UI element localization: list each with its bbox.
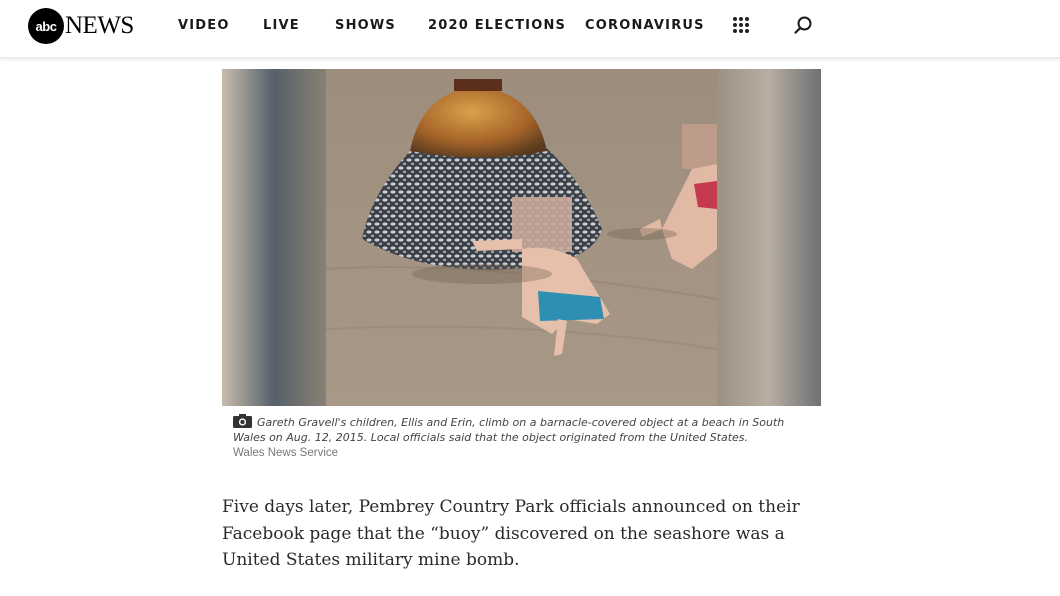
camera-icon xyxy=(233,414,252,428)
caption-text-block: Gareth Gravell's children, Ellis and Eri… xyxy=(233,414,813,445)
article-paragraph: Five days later, Pembrey Country Park of… xyxy=(222,497,800,570)
nav-live[interactable]: LIVE xyxy=(263,18,300,33)
nav-2020-elections[interactable]: 2020 ELECTIONS xyxy=(428,18,566,33)
caption-text: Gareth Gravell's children, Ellis and Eri… xyxy=(233,416,785,444)
photo-caption: Gareth Gravell's children, Ellis and Eri… xyxy=(233,414,813,459)
nav-shows[interactable]: SHOWS xyxy=(335,18,396,33)
site-header: abc NEWS VIDEO LIVE SHOWS 2020 ELECTIONS… xyxy=(0,0,1060,58)
apps-grid-icon[interactable] xyxy=(733,17,749,33)
abc-logo-mark: abc xyxy=(28,8,64,44)
nav-video[interactable]: VIDEO xyxy=(178,18,230,33)
nav-coronavirus[interactable]: CORONAVIRUS xyxy=(585,18,705,33)
news-logo-word: NEWS xyxy=(65,12,134,39)
search-icon[interactable] xyxy=(793,15,813,35)
photo-credit: Wales News Service xyxy=(233,447,339,459)
article-photo xyxy=(222,69,821,406)
abc-news-logo[interactable]: abc NEWS xyxy=(28,8,134,44)
